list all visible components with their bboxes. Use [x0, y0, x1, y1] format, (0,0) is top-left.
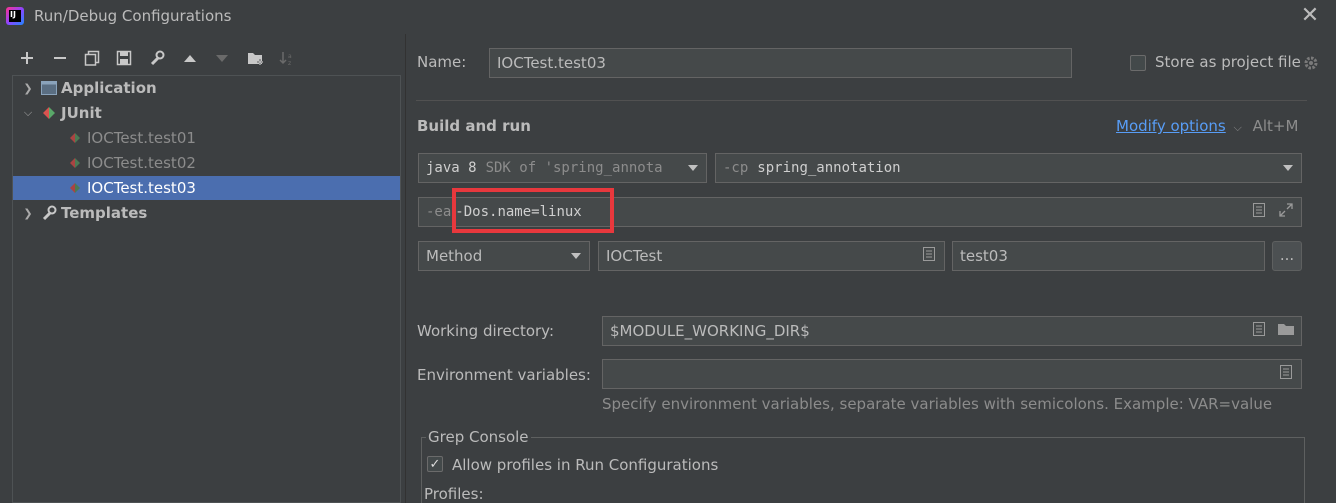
grep-console-title: Grep Console [426, 428, 531, 446]
svg-text:a: a [288, 53, 292, 60]
browse-icon[interactable] [923, 247, 935, 265]
tree-node-application[interactable]: ❯ Application [13, 76, 400, 100]
tree-node-junit[interactable]: ⌵ JUnit [13, 101, 400, 125]
working-directory-value: $MODULE_WORKING_DIR$ [610, 322, 810, 340]
minus-icon[interactable] [49, 47, 71, 69]
vm-prefix: -ea [426, 204, 452, 220]
save-icon[interactable] [113, 47, 135, 69]
configuration-tree[interactable]: ❯ Application ⌵ JUnit IOCTest.test01 IOC… [12, 75, 401, 503]
name-label: Name: [417, 53, 466, 71]
store-as-project-label[interactable]: Store as project file [1155, 53, 1301, 71]
sort-icon[interactable]: az [276, 47, 298, 69]
allow-profiles-label[interactable]: Allow profiles in Run Configurations [452, 456, 718, 474]
modify-shortcut: Alt+M [1252, 117, 1299, 135]
folder-icon[interactable] [1277, 322, 1295, 340]
env-variables-hint: Specify environment variables, separate … [602, 395, 1273, 413]
chevron-down-icon [688, 165, 698, 171]
store-as-project-checkbox[interactable] [1130, 55, 1146, 71]
intellij-app-icon: IJ [6, 7, 24, 25]
cp-prefix: -cp [723, 160, 749, 176]
junit-test-icon [67, 180, 83, 196]
working-directory-label: Working directory: [417, 322, 555, 340]
edit-env-icon[interactable] [1280, 365, 1292, 383]
class-input[interactable]: IOCTest [598, 241, 945, 271]
junit-test-icon [67, 155, 83, 171]
tree-item-label: IOCTest.test02 [87, 154, 196, 172]
close-icon[interactable]: ✕ [1298, 4, 1322, 28]
wrench-icon [41, 205, 57, 221]
tree-label-application: Application [61, 79, 157, 97]
cp-value: spring_annotation [757, 160, 901, 176]
copy-icon[interactable] [81, 47, 103, 69]
method-value: test03 [960, 247, 1008, 265]
working-directory-input[interactable]: $MODULE_WORKING_DIR$ [602, 316, 1302, 346]
section-separator [416, 100, 1307, 101]
pane-divider[interactable] [405, 34, 406, 503]
chevron-down-icon[interactable]: ⌵ [21, 106, 35, 120]
junit-test-icon [67, 130, 83, 146]
build-and-run-title: Build and run [417, 117, 531, 135]
chevron-right-icon[interactable]: ❯ [21, 82, 35, 95]
modify-options-link[interactable]: Modify options ⌵ Alt+M [1116, 117, 1298, 135]
application-icon [41, 80, 57, 96]
browse-method-button[interactable]: ... [1272, 241, 1302, 271]
classpath-select[interactable]: -cp spring_annotation [715, 153, 1302, 183]
tree-label-junit: JUnit [61, 104, 102, 122]
chevron-down-icon [571, 253, 581, 259]
tree-node-templates[interactable]: ❯ Templates [13, 201, 400, 225]
name-input[interactable]: IOCTest.test03 [489, 48, 1072, 78]
chevron-down-icon: ⌵ [1233, 121, 1242, 134]
tree-item-test01[interactable]: IOCTest.test01 [13, 126, 400, 150]
chevron-down-icon [1283, 165, 1293, 171]
env-variables-label: Environment variables: [417, 366, 591, 384]
tree-item-test02[interactable]: IOCTest.test02 [13, 151, 400, 175]
profiles-label: Profiles: [424, 485, 484, 503]
scrollbar[interactable] [1308, 96, 1314, 396]
tree-label-templates: Templates [61, 204, 148, 222]
chevron-right-icon[interactable]: ❯ [21, 207, 35, 220]
highlight-box [452, 188, 614, 233]
test-kind-select[interactable]: Method [418, 241, 590, 271]
tree-item-label: IOCTest.test01 [87, 129, 196, 147]
arrow-up-icon[interactable] [179, 47, 201, 69]
name-label-text: Name: [417, 53, 467, 71]
tree-item-label: IOCTest.test03 [87, 179, 196, 197]
jdk-value: java 8 [426, 160, 477, 176]
class-value: IOCTest [606, 247, 663, 265]
folder-plus-icon[interactable] [245, 47, 267, 69]
jdk-select[interactable]: java 8 SDK of 'spring_annota [418, 153, 707, 183]
expand-text-icon[interactable] [1253, 322, 1265, 340]
test-kind-value: Method [426, 247, 483, 265]
junit-icon [41, 105, 57, 121]
jdk-suffix: SDK of 'spring_annota [485, 160, 663, 176]
svg-text:z: z [288, 60, 291, 66]
modify-options-text: Modify options [1116, 117, 1226, 135]
gear-icon[interactable] [1303, 55, 1319, 75]
expand-icon[interactable] [1279, 203, 1293, 221]
tree-item-test03[interactable]: IOCTest.test03 [13, 176, 400, 200]
name-input-value: IOCTest.test03 [497, 54, 606, 72]
wrench-icon[interactable] [146, 47, 168, 69]
title-bar: IJ Run/Debug Configurations ✕ [0, 0, 1336, 34]
env-variables-input[interactable] [602, 359, 1302, 389]
plus-icon[interactable] [16, 47, 38, 69]
allow-profiles-checkbox[interactable]: ✓ [427, 456, 443, 472]
window-title: Run/Debug Configurations [34, 7, 232, 25]
arrow-down-icon[interactable] [211, 47, 233, 69]
method-input[interactable]: test03 [952, 241, 1265, 271]
expand-text-icon[interactable] [1253, 203, 1265, 221]
